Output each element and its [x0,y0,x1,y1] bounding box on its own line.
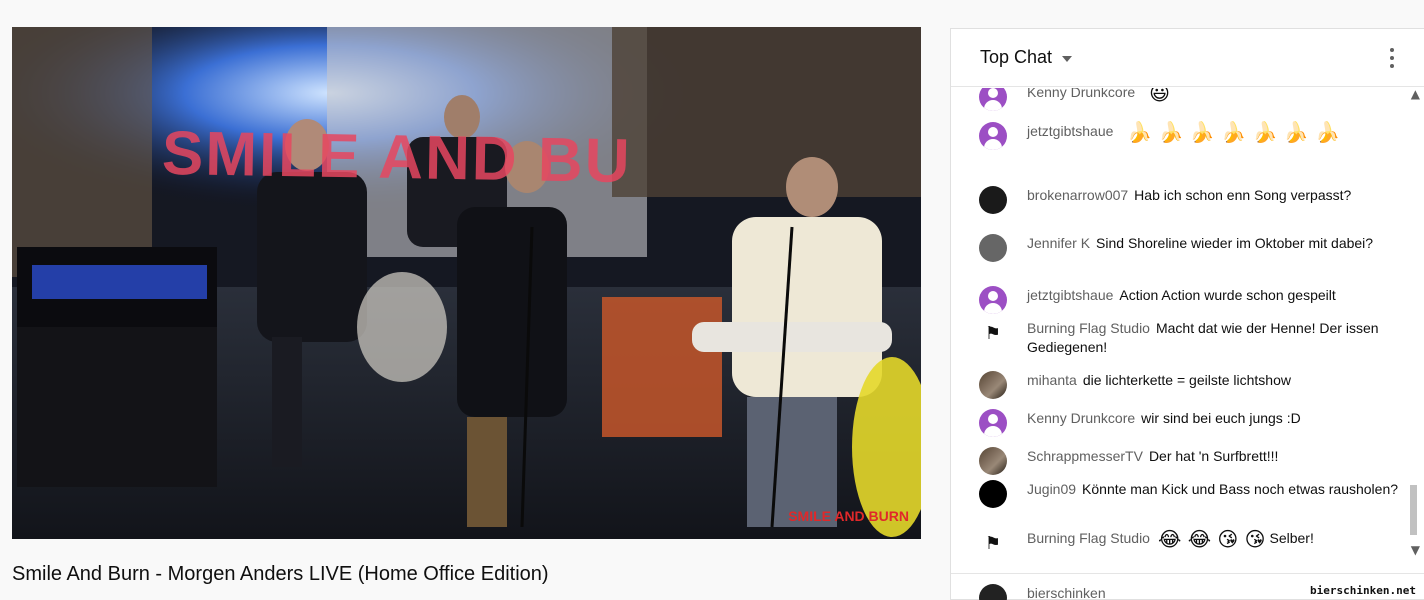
avatar[interactable] [979,88,1007,111]
message-author[interactable]: jetztgibtshaue [1027,287,1113,303]
message-text: Action Action wurde schon gespeilt [1119,287,1336,303]
avatar[interactable] [979,186,1007,214]
avatar[interactable] [979,584,1007,600]
chat-message[interactable]: ⚑ Burning Flag Studio 😂 😂 😘 😘 Selber! [979,527,1399,557]
scroll-up-icon[interactable]: ▲ [1411,87,1420,101]
avatar[interactable] [979,409,1007,437]
message-text: Selber! [1269,530,1314,546]
chat-header: Top Chat [951,29,1424,87]
avatar[interactable] [979,371,1007,399]
message-emoji: 😂 😂 😘 😘 [1157,527,1266,551]
avatar[interactable] [979,286,1007,314]
chevron-down-icon[interactable] [1062,55,1073,62]
chat-message[interactable]: SchrappmesserTV Der hat 'n Surfbrett!!! [979,447,1399,475]
chat-message[interactable]: jetztgibtshaue Action Action wurde schon … [979,286,1399,314]
video-player[interactable]: SMILE AND BU SMILE AND BURN [12,27,921,539]
message-text: Der hat 'n Surfbrett!!! [1148,448,1279,464]
scrollbar-thumb[interactable] [1410,485,1417,535]
app-root: SMILE AND BU SMILE AND BURN Smile And Bu… [0,0,1424,600]
site-overlay-label: bierschinken.net [1310,584,1416,597]
message-author[interactable]: brokenarrow007 [1027,187,1128,203]
chat-message[interactable]: Jennifer K Sind Shoreline wieder im Oktob… [979,234,1399,262]
message-author[interactable]: Burning Flag Studio [1027,530,1150,546]
more-options-icon[interactable] [1389,48,1395,68]
scroll-down-icon[interactable]: ▼ [1411,543,1420,557]
chat-mode-label[interactable]: Top Chat [980,47,1052,68]
live-chat-panel: Top Chat ▲ ▼ Kenny Drunkcore 😃 jetztgibts… [950,28,1424,600]
video-banner-text: SMILE AND BU [161,118,633,197]
avatar[interactable] [979,447,1007,475]
chat-message[interactable]: ⚑ Burning Flag Studio Macht dat wie der H… [979,319,1399,357]
chat-message-list: Kenny Drunkcore 😃 jetztgibtshaue 🍌 🍌 🍌 🍌 🍌… [951,88,1409,582]
message-author[interactable]: Jugin09 [1027,481,1076,497]
message-emoji: 😃 [1149,88,1171,105]
avatar[interactable] [979,480,1007,508]
message-text: Sind Shoreline wieder im Oktober mit dab… [1096,235,1374,251]
chat-message[interactable]: jetztgibtshaue 🍌 🍌 🍌 🍌 🍌 🍌 🍌 [979,120,1399,150]
message-text: wir sind bei euch jungs :D [1141,410,1301,426]
avatar[interactable] [979,122,1007,150]
message-emoji: 🍌 🍌 🍌 🍌 🍌 🍌 🍌 [1127,120,1340,144]
message-author[interactable]: Kenny Drunkcore [1027,88,1135,100]
chat-message[interactable]: mihanta die lichterkette = geilste lichts… [979,371,1399,399]
message-author[interactable]: Kenny Drunkcore [1027,410,1135,426]
chat-message[interactable]: Kenny Drunkcore 😃 [979,88,1399,111]
message-text: Hab ich schon enn Song verpasst? [1134,187,1352,203]
message-author[interactable]: bierschinken [1027,585,1106,600]
video-title: Smile And Burn - Morgen Anders LIVE (Hom… [12,563,549,585]
avatar[interactable] [979,234,1007,262]
message-author[interactable]: SchrappmesserTV [1027,448,1143,464]
chat-message[interactable]: Jugin09 Könnte man Kick und Bass noch etw… [979,480,1399,508]
message-author[interactable]: jetztgibtshaue [1027,123,1113,139]
message-author[interactable]: Burning Flag Studio [1027,320,1150,336]
chat-message[interactable]: Kenny Drunkcore wir sind bei euch jungs :… [979,409,1399,437]
message-text: Könnte man Kick und Bass noch etwas raus… [1082,481,1399,497]
message-text: die lichterkette = geilste lichtshow [1082,372,1291,388]
flag-icon[interactable]: ⚑ [979,529,1007,557]
message-author[interactable]: mihanta [1027,372,1077,388]
flag-icon[interactable]: ⚑ [979,319,1007,347]
message-author[interactable]: Jennifer K [1027,235,1090,251]
chat-message[interactable]: brokenarrow007 Hab ich schon enn Song ver… [979,186,1399,214]
video-frame [12,27,921,539]
video-watermark: SMILE AND BURN [788,508,909,524]
